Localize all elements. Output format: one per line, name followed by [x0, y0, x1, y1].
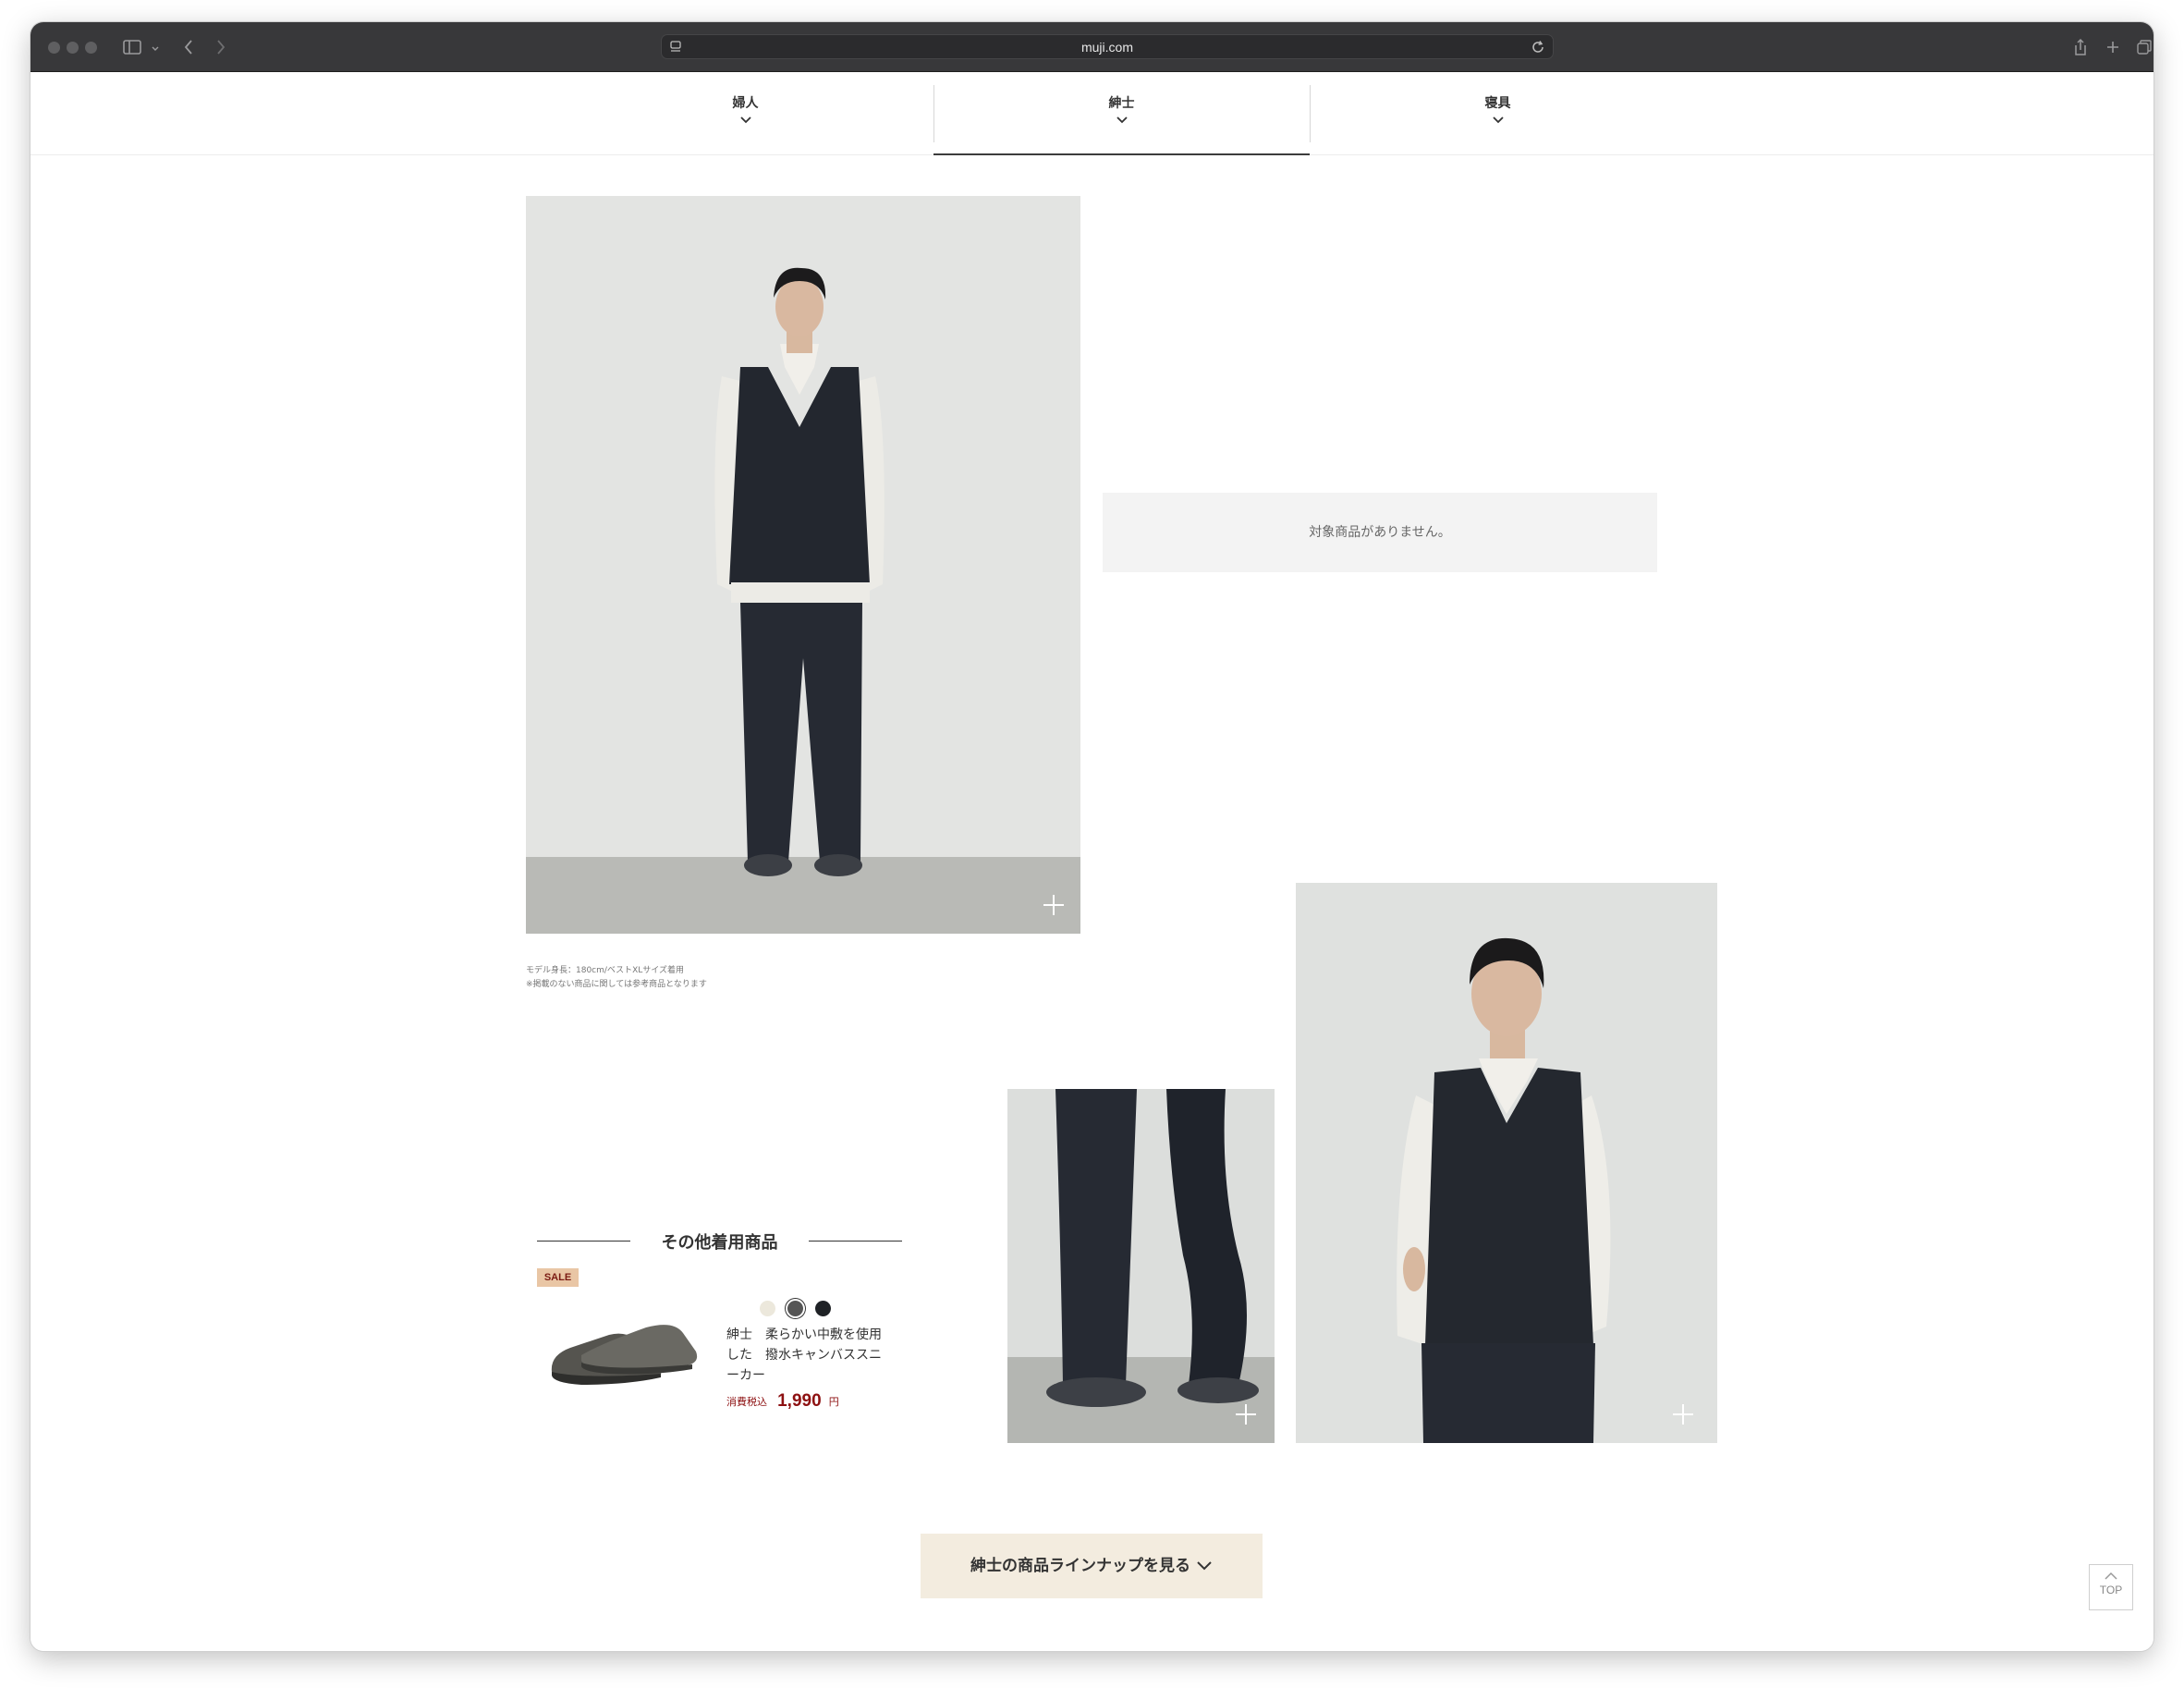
price-value: 1,990 [777, 1391, 822, 1411]
heading-rule-right [809, 1241, 902, 1242]
model-caption-2: ※掲載のない商品に関しては参考商品となります [526, 980, 707, 989]
forward-arrow-icon[interactable] [209, 34, 233, 60]
address-bar[interactable]: muji.com [661, 34, 1554, 59]
product-name-link[interactable]: 紳士 柔らかい中敷を使用した 撥水キャンバススニーカー [726, 1325, 893, 1386]
plus-icon[interactable] [1236, 1404, 1256, 1425]
sidebar-toggle-icon[interactable] [119, 34, 145, 60]
back-to-top-label: TOP [2099, 1584, 2123, 1596]
chevron-down-icon [1197, 1561, 1212, 1571]
chevron-down-icon [739, 116, 751, 124]
share-icon[interactable] [2069, 34, 2092, 60]
model-full-body-image [526, 196, 1080, 934]
category-tabs: 婦人 紳士 寝具 [31, 72, 2153, 155]
browser-window: muji.com 婦人 紳士 寝具 モデル身長：180cm/ベストXLサイズ着用… [31, 22, 2153, 1651]
sneaker-image [551, 1325, 698, 1385]
back-to-top-button[interactable]: TOP [2089, 1564, 2133, 1610]
sale-badge: SALE [537, 1268, 579, 1287]
trousers-detail-photo[interactable] [1007, 1089, 1275, 1443]
zoom-window-dot[interactable] [85, 42, 97, 54]
reload-icon[interactable] [1531, 37, 1545, 60]
new-tab-icon[interactable] [2102, 34, 2124, 60]
url-text: muji.com [1080, 40, 1133, 55]
tab-men-label: 紳士 [1108, 96, 1135, 111]
model-upper-body-photo[interactable] [1296, 883, 1717, 1443]
color-swatch-gray[interactable] [787, 1301, 803, 1316]
color-swatch-ivory[interactable] [760, 1301, 775, 1316]
other-items-heading: その他着用商品 [537, 1227, 902, 1254]
view-lineup-label: 紳士の商品ラインナップを見る [970, 1557, 1190, 1575]
chevron-down-icon [1492, 116, 1504, 124]
tab-overview-icon[interactable] [2133, 34, 2153, 60]
model-full-body-photo[interactable] [526, 196, 1080, 934]
sneaker-product-image[interactable] [544, 1290, 702, 1392]
plus-icon[interactable] [1043, 895, 1064, 915]
other-items-title: その他着用商品 [661, 1233, 778, 1253]
tab-women[interactable]: 婦人 [557, 81, 933, 155]
chevron-down-icon [1116, 116, 1128, 124]
tax-included-label: 消費税込 [726, 1396, 767, 1408]
model-upper-body-image [1296, 883, 1717, 1443]
tab-bedding-label: 寝具 [1484, 96, 1511, 111]
model-caption-1: モデル身長：180cm/ベストXLサイズ着用 [526, 966, 685, 975]
product-price: 消費税込 1,990 円 [726, 1391, 839, 1417]
tab-men[interactable]: 紳士 [933, 81, 1310, 155]
trousers-detail-image [1007, 1089, 1275, 1443]
tab-women-label: 婦人 [732, 96, 759, 111]
view-lineup-button[interactable]: 紳士の商品ラインナップを見る [921, 1534, 1263, 1598]
plus-icon[interactable] [1673, 1404, 1693, 1425]
color-swatch-black[interactable] [815, 1301, 831, 1316]
chevron-up-icon [2105, 1572, 2117, 1580]
close-window-dot[interactable] [48, 42, 60, 54]
browser-toolbar: muji.com [31, 22, 2153, 72]
currency-label: 円 [828, 1396, 839, 1408]
minimize-window-dot[interactable] [67, 42, 79, 54]
no-products-message: 対象商品がありません。 [1103, 493, 1657, 572]
sidebar-menu-chevron-icon[interactable] [149, 34, 162, 60]
tab-bedding[interactable]: 寝具 [1310, 81, 1686, 155]
back-arrow-icon[interactable] [177, 34, 201, 60]
page-content: 婦人 紳士 寝具 モデル身長：180cm/ベストXLサイズ着用 ※掲載のない商品… [31, 72, 2153, 1651]
